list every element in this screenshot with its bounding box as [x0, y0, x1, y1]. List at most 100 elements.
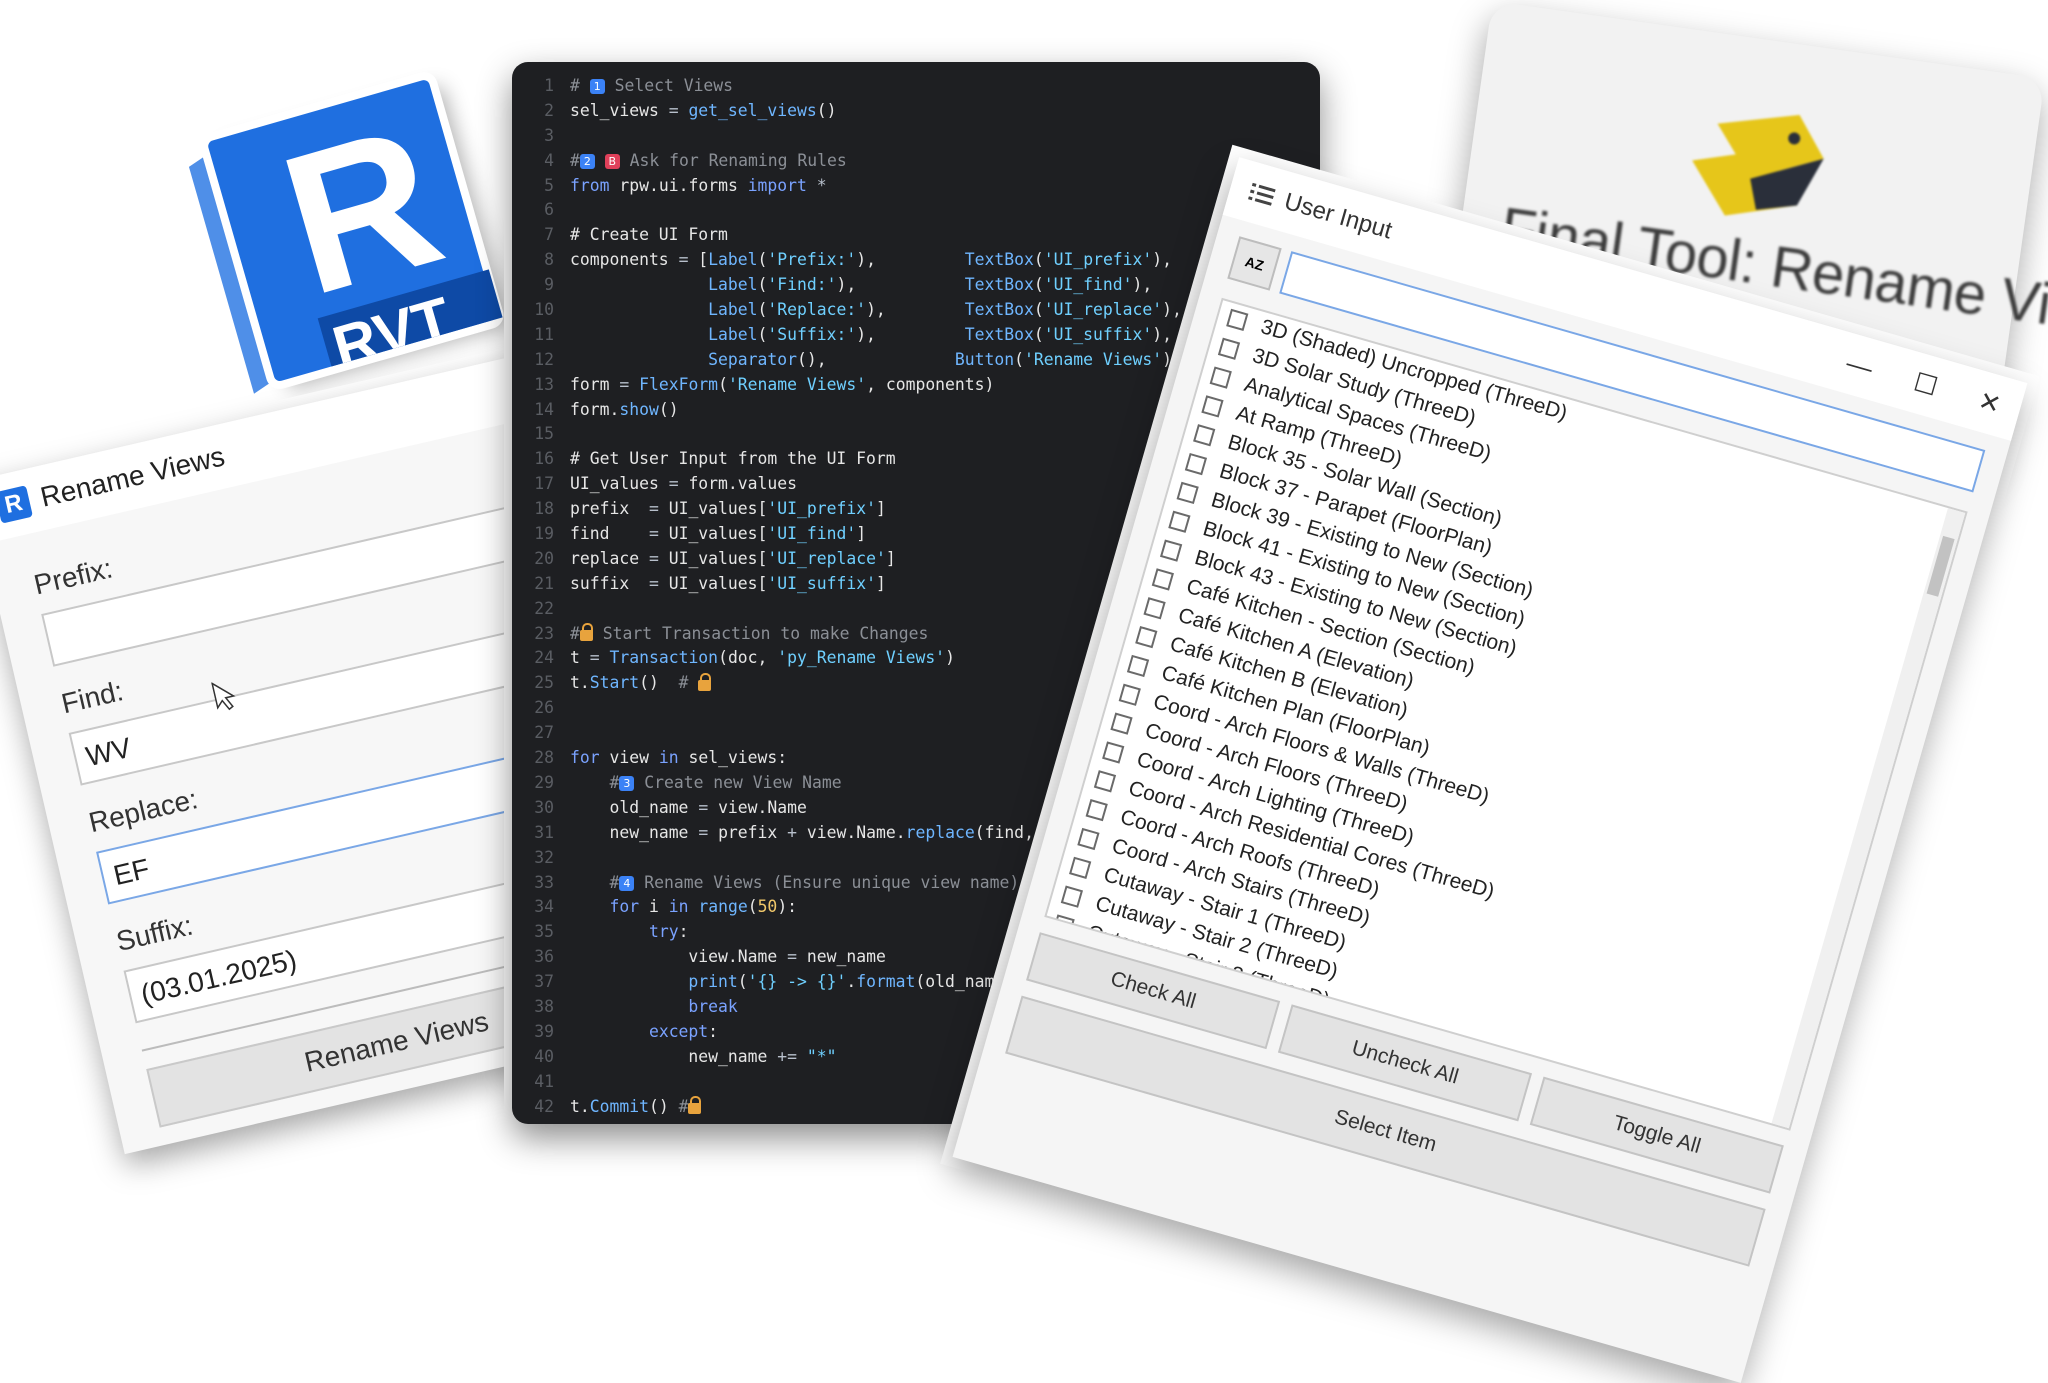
- checkbox[interactable]: [1135, 625, 1158, 649]
- checkbox[interactable]: [1184, 452, 1208, 476]
- checkbox[interactable]: [1226, 308, 1249, 332]
- line-number: 24: [534, 648, 554, 668]
- line-number: 14: [534, 399, 554, 419]
- code-text: Separator(), Button('Rename Views')]: [708, 349, 1182, 369]
- checkbox[interactable]: [1217, 337, 1241, 360]
- prefix-label: Prefix:: [31, 552, 116, 601]
- code-text: UI_values = form.values: [570, 474, 798, 494]
- maximize-icon[interactable]: ☐: [1910, 367, 1941, 403]
- checkbox[interactable]: [1110, 712, 1133, 735]
- checkbox[interactable]: [1069, 856, 1092, 879]
- line-number: 41: [534, 1071, 554, 1091]
- code-text: suffix = UI_values['UI_suffix']: [570, 573, 886, 593]
- checkbox[interactable]: [1159, 539, 1183, 562]
- line-number: 5: [544, 175, 554, 195]
- code-line: 4 #2 B Ask for Renaming Rules: [512, 149, 1320, 174]
- code-line: 6: [512, 198, 1320, 223]
- line-number: 25: [534, 673, 554, 693]
- find-label: Find:: [58, 675, 127, 720]
- code-text: # 1 Select Views: [570, 76, 734, 95]
- step-2-badge-icon: 2: [579, 153, 595, 169]
- minimize-icon[interactable]: —: [1843, 347, 1876, 384]
- line-number: 23: [534, 623, 554, 643]
- code-text: #2 B Ask for Renaming Rules: [570, 150, 847, 170]
- line-number: 40: [534, 1046, 554, 1066]
- code-text: Label('Find:'), TextBox('UI_find'),: [708, 275, 1153, 295]
- line-number: 7: [544, 225, 554, 245]
- code-line: 7 # Create UI Form: [512, 223, 1320, 248]
- code-line: 5 from rpw.ui.forms import *: [512, 174, 1320, 199]
- step-b-badge-icon: B: [604, 153, 620, 169]
- line-number: 6: [544, 200, 554, 220]
- code-text: except:: [648, 1021, 719, 1041]
- close-icon[interactable]: ✕: [1975, 385, 2004, 421]
- line-number: 11: [534, 324, 554, 344]
- line-number: 22: [534, 598, 554, 618]
- checkbox[interactable]: [1151, 568, 1174, 591]
- line-number: 35: [534, 922, 554, 942]
- code-text: prefix = UI_values['UI_prefix']: [570, 499, 886, 519]
- line-number: 20: [534, 548, 554, 568]
- pyrevit-logo-icon: [1692, 114, 1824, 216]
- line-number: 32: [534, 847, 554, 867]
- line-number: 16: [534, 449, 554, 469]
- checkbox[interactable]: [1176, 481, 1199, 505]
- code-text: new_name += "*": [688, 1046, 837, 1066]
- line-number: 33: [534, 872, 554, 892]
- code-text: t = Transaction(doc, 'py_Rename Views'): [570, 648, 955, 668]
- line-number: 29: [534, 772, 554, 792]
- line-number: 19: [534, 524, 554, 544]
- revit-app-icon: R: [0, 485, 33, 524]
- checkbox[interactable]: [1085, 799, 1108, 822]
- code-text: find = UI_values['UI_find']: [570, 524, 867, 544]
- checkbox[interactable]: [1118, 683, 1141, 706]
- lock-closed-icon: [688, 1096, 702, 1115]
- line-number: 3: [544, 125, 554, 145]
- line-number: 36: [534, 947, 554, 967]
- checkbox[interactable]: [1077, 827, 1100, 851]
- code-text: # Create UI Form: [570, 225, 728, 245]
- line-number: 30: [534, 797, 554, 817]
- checkbox[interactable]: [1060, 885, 1084, 908]
- checkbox[interactable]: [1052, 914, 1075, 937]
- code-text: new_name = prefix + view.Name.replace(fi…: [609, 822, 1073, 842]
- code-text: try:: [648, 922, 689, 942]
- line-number: 1: [544, 76, 554, 95]
- code-text: from rpw.ui.forms import *: [570, 175, 827, 195]
- line-number: 27: [534, 723, 554, 743]
- checkbox[interactable]: [1102, 741, 1125, 764]
- line-number: 31: [534, 822, 554, 842]
- checkbox[interactable]: [1168, 510, 1191, 533]
- checkbox[interactable]: [1093, 770, 1117, 793]
- code-text: break: [688, 996, 738, 1016]
- checkbox[interactable]: [1193, 424, 1216, 447]
- suffix-label: Suffix:: [113, 909, 196, 958]
- checkbox[interactable]: [1126, 654, 1150, 678]
- code-text: Label('Suffix:'), TextBox('UI_suffix'),: [708, 324, 1173, 344]
- checkbox[interactable]: [1143, 597, 1166, 620]
- line-number: 17: [534, 474, 554, 494]
- line-number: 13: [534, 374, 554, 394]
- step-3-badge-icon: 3: [619, 775, 635, 791]
- code-line: 8 components = [Label('Prefix:'), TextBox…: [512, 248, 1320, 273]
- code-text: components = [Label('Prefix:'), TextBox(…: [570, 250, 1173, 270]
- code-text: # Start Transaction to make Changes: [570, 623, 929, 643]
- sort-az-icon[interactable]: AZ: [1227, 236, 1282, 291]
- line-number: 10: [534, 300, 554, 320]
- code-text: #4 Rename Views (Ensure unique view name…: [609, 872, 1020, 892]
- checkbox[interactable]: [1201, 395, 1224, 418]
- code-text: #3 Create new View Name: [609, 772, 842, 792]
- user-input-title: User Input: [1281, 187, 1396, 245]
- rename-dialog-title: Rename Views: [37, 440, 228, 513]
- line-number: 42: [534, 1096, 554, 1116]
- code-text: sel_views = get_sel_views(): [570, 100, 837, 120]
- step-1-badge-icon: 1: [589, 79, 605, 94]
- code-line: 2 sel_views = get_sel_views(): [512, 99, 1320, 124]
- checkbox[interactable]: [1209, 366, 1232, 389]
- code-line: 1 # 1 Select Views: [512, 74, 1320, 99]
- code-text: print('{} -> {}'.format(old_name, n: [688, 972, 1033, 992]
- lock-open-icon: [698, 672, 712, 691]
- code-text: Label('Replace:'), TextBox('UI_replace')…: [708, 300, 1182, 320]
- code-text: for view in sel_views:: [570, 748, 788, 768]
- line-number: 18: [534, 499, 554, 519]
